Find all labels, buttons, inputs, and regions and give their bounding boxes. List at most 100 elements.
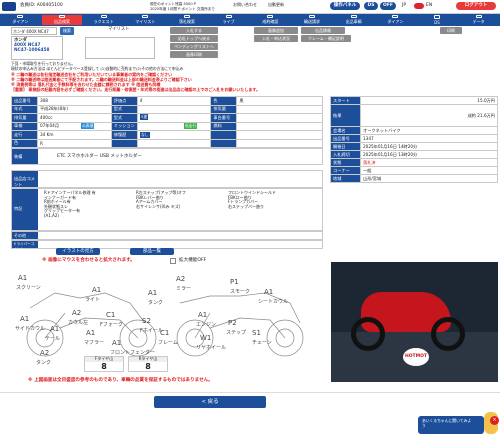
- damage-code: C1: [106, 311, 116, 319]
- spec-value: 308: [36, 96, 112, 106]
- nav-item-2[interactable]: ラクエスト: [83, 15, 124, 25]
- logout-button[interactable]: ログアウト: [456, 2, 496, 10]
- ds-button[interactable]: DS: [364, 2, 378, 10]
- print-button[interactable]: 印刷: [440, 27, 462, 34]
- listing-info-button[interactable]: 入札・申込状況: [254, 35, 298, 42]
- back-button[interactable]: < 戻る: [154, 396, 266, 408]
- spec-label: 修復歴: [110, 130, 138, 140]
- front-wheel: [351, 317, 385, 351]
- lang-jp[interactable]: JP: [402, 3, 406, 8]
- spec-row: 出品番号 308 評価点 4 色黒: [11, 96, 323, 106]
- rear-tread-value: 8: [145, 361, 151, 371]
- nav-item-3[interactable]: マイリスト: [125, 15, 166, 25]
- special-item: 右サイレンサ(凹み キズ): [136, 203, 181, 209]
- part-name: ライト: [85, 297, 101, 303]
- nav-item-6[interactable]: 成約確認: [250, 15, 291, 25]
- spec-value: 平成28年(8年): [36, 104, 112, 114]
- damage-code: A1: [18, 274, 28, 282]
- auto-update-link[interactable]: 自動更新: [268, 2, 284, 8]
- control-panel-button[interactable]: 操作パネル: [330, 2, 360, 10]
- spec-label: 色: [11, 138, 38, 148]
- damage-code: A1: [50, 325, 60, 333]
- spec-value: [236, 121, 323, 131]
- part-name: シートカウル: [258, 299, 289, 305]
- add-image-button[interactable]: 画像追加: [254, 27, 298, 34]
- comment-row: 出品店コメント: [11, 170, 323, 188]
- nav-label: 出品検索: [53, 19, 70, 24]
- back-top-button[interactable]: 応札トップへ戻る: [170, 35, 218, 42]
- illustration-guide-button[interactable]: イラストの見方: [56, 248, 100, 255]
- nav-item-5[interactable]: ライブ: [208, 15, 249, 25]
- nav-icon: [267, 15, 274, 18]
- search-button[interactable]: 検索: [60, 27, 74, 35]
- mylist-box[interactable]: [85, 37, 155, 59]
- spec-value: [136, 138, 212, 148]
- info-button[interactable]: 出品情報: [301, 27, 345, 34]
- spec-value: [236, 113, 323, 123]
- nav-item-4[interactable]: 落札検索: [167, 15, 208, 25]
- nav-label: 成約確認: [262, 19, 279, 24]
- spec-label: [110, 138, 138, 148]
- damage-code: A1: [86, 329, 96, 337]
- nav-icon: [308, 15, 315, 18]
- spec-label: 色: [210, 96, 238, 106]
- spec-row: 排気量 400cc 型式 車台番号: [11, 113, 323, 123]
- nav-item-7[interactable]: 輸送請求: [292, 15, 333, 25]
- bid-button[interactable]: 入札する: [170, 27, 218, 34]
- claim-button[interactable]: クレーム・補足説明: [301, 35, 351, 42]
- part-name: タンク: [148, 300, 164, 306]
- nav-icon: [392, 15, 399, 18]
- part-name: フレーム: [158, 340, 178, 346]
- pending-list-button[interactable]: ペンディングリストへ: [170, 43, 218, 50]
- side-value: 1347: [360, 134, 498, 143]
- side-label: 結果: [330, 104, 361, 127]
- nav-item-10[interactable]: DS: [417, 15, 458, 25]
- print-image-button[interactable]: 画像印刷: [170, 51, 218, 58]
- side-label: スタート: [330, 96, 361, 105]
- nav-icon: [17, 15, 24, 18]
- damage-code: W1: [200, 334, 212, 342]
- side-label: 地域: [330, 174, 361, 183]
- chat-bubble[interactable]: あいくるちゃんに聞いてみよう: [418, 416, 484, 434]
- spec-value: [236, 104, 323, 114]
- parts-list-button[interactable]: 部品一覧: [130, 248, 174, 255]
- damage-code: A1: [198, 311, 208, 319]
- lang-en[interactable]: EN: [426, 3, 432, 8]
- bike-photo[interactable]: HOTMOT: [331, 262, 498, 382]
- nav-item-0[interactable]: ダイアン: [0, 15, 41, 25]
- zoom-off-checkbox[interactable]: [170, 258, 176, 264]
- nav-item-9[interactable]: ダイアン: [375, 15, 416, 25]
- part-name: スモーク: [230, 289, 251, 295]
- car-list[interactable]: ホンダ 400X NC47 NC47-1006458: [11, 36, 63, 60]
- member-id: 会員ID: A00405100: [20, 3, 63, 8]
- nav-item-1[interactable]: 出品検索: [41, 15, 83, 25]
- damage-code: A1: [264, 288, 274, 296]
- nav-label: DS: [434, 20, 440, 25]
- part-name: チェーン: [252, 340, 272, 346]
- site-logo: [2, 2, 16, 11]
- tag-repair: なし: [140, 132, 150, 138]
- search-input[interactable]: ホンダ 400X NC47: [11, 27, 57, 35]
- side-row: 会場名 オークネットバイク: [330, 126, 498, 135]
- zoom-off-label: 拡大機能OFF: [179, 258, 207, 263]
- spec-value: 400cc: [36, 113, 112, 123]
- tag-low-mileage: 低走行: [184, 123, 198, 129]
- side-value: 成約 21.6万円: [360, 104, 498, 127]
- spec-label: 評価点: [110, 96, 138, 106]
- side-value: 落札済: [360, 158, 498, 167]
- lang-toggle[interactable]: [414, 3, 424, 9]
- nav-item-8[interactable]: 出品車輌: [333, 15, 374, 25]
- off-button[interactable]: OFF: [380, 2, 396, 10]
- help-link[interactable]: お問い合わせ: [233, 2, 257, 8]
- spec-table: 出品番号 308 評価点 4 色黒年式 平成28年(8年) 型式 排気量 排気量 400cc 型式車…: [11, 96, 323, 148]
- nav-item-11[interactable]: データ: [458, 15, 499, 25]
- close-icon[interactable]: ×: [490, 416, 499, 425]
- part-name: エンジン: [196, 322, 217, 328]
- nav-icon: [475, 15, 482, 18]
- disclaimer: ※ 上図画面は全目盛度の参考のものであり、車輌の品質を保証するものではありません…: [28, 378, 213, 383]
- spec-label: 型式: [110, 113, 138, 123]
- side-label: コーナー: [330, 166, 361, 175]
- spec-value: 34 Km: [36, 130, 112, 140]
- part-name: ステップ: [226, 330, 247, 336]
- damage-code: C1: [160, 329, 170, 337]
